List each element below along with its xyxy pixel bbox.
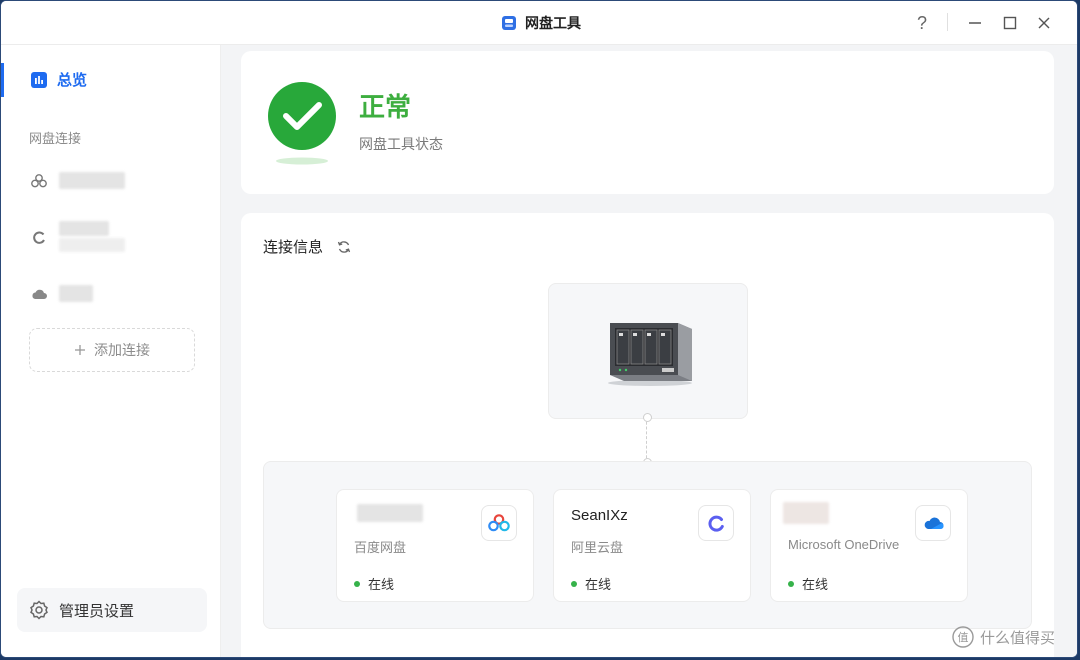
connector-node (643, 413, 652, 422)
status-title: 正常 (359, 92, 412, 122)
smzdm-logo-icon: 值 (952, 626, 974, 648)
app-window: 网盘工具 ? 总览 网盘连接 添加连接 管理员设置 正常 网盘工具状态 连接信息… (0, 0, 1078, 658)
status-subtitle: 网盘工具状态 (359, 136, 443, 152)
onedrive-logo-tile (915, 505, 951, 541)
nas-device-box (548, 283, 748, 419)
status-ok-indicator (267, 81, 337, 171)
cloud-status: 在线 (788, 574, 828, 593)
baidu-netdisk-icon (488, 514, 510, 532)
overview-chart-icon (31, 71, 47, 88)
sidebar: 总览 网盘连接 添加连接 管理员设置 (1, 45, 221, 657)
connector-line (646, 417, 647, 463)
section-title-connections: 网盘连接 (29, 131, 82, 146)
nas-device-icon (608, 323, 692, 386)
title-bar: 网盘工具 ? (1, 1, 1077, 45)
connection-info-title: 连接信息 (263, 239, 324, 256)
cloud-status-label: 在线 (585, 577, 612, 592)
connection-info-card: 连接信息 百度网盘 在线 SeanIXz 阿里云盘 在线 Microsoft O… (241, 213, 1054, 657)
cloud-service-name: Microsoft OneDrive (788, 537, 900, 552)
close-icon (1038, 17, 1050, 29)
minimize-icon (969, 22, 981, 24)
redacted-account-name (357, 504, 423, 522)
main-content: 正常 网盘工具状态 连接信息 百度网盘 在线 SeanIXz 阿里云盘 在线 M… (221, 45, 1077, 657)
cloud-card-baidu[interactable]: 百度网盘 在线 (336, 489, 534, 602)
maximize-icon (1003, 16, 1017, 30)
maximize-button[interactable] (998, 11, 1022, 35)
onedrive-logo-icon (924, 517, 944, 529)
aliyun-drive-logo-icon (708, 515, 724, 532)
help-button[interactable]: ? (910, 11, 934, 35)
active-nav-indicator (1, 63, 4, 97)
aliyun-logo-tile (698, 505, 734, 541)
gear-icon (30, 600, 48, 620)
close-button[interactable] (1032, 11, 1056, 35)
cloud-card-onedrive[interactable]: Microsoft OneDrive 在线 (770, 489, 968, 602)
sidebar-connection-item[interactable] (31, 221, 125, 252)
cloud-connections-area: 百度网盘 在线 SeanIXz 阿里云盘 在线 Microsoft OneDri… (263, 461, 1032, 629)
redacted-block (59, 221, 109, 236)
cloud-card-aliyun[interactable]: SeanIXz 阿里云盘 在线 (553, 489, 751, 602)
cloud-status: 在线 (354, 574, 394, 593)
add-connection-label: 添加连接 (94, 342, 150, 358)
online-dot (788, 580, 794, 587)
cloud-status: 在线 (571, 574, 611, 593)
online-dot (354, 580, 360, 587)
baidu-logo-tile (481, 505, 517, 541)
redacted-account-name (59, 221, 125, 252)
minimize-button[interactable] (963, 11, 987, 35)
sidebar-connection-item[interactable] (31, 172, 125, 189)
cloud-account-name: SeanIXz (571, 507, 628, 524)
baidu-cloud-icon (31, 173, 47, 187)
redacted-account-name (783, 502, 829, 524)
redacted-block (59, 238, 125, 252)
sidebar-connection-item[interactable] (31, 285, 93, 302)
help-icon: ? (916, 12, 927, 33)
online-dot (571, 580, 577, 587)
redacted-account-name (59, 285, 93, 302)
watermark-text: 什么值得买 (980, 629, 1056, 647)
sidebar-item-overview-label: 总览 (57, 72, 88, 89)
refresh-icon[interactable] (337, 240, 351, 254)
titlebar-divider (947, 13, 948, 31)
cloud-status-label: 在线 (368, 577, 395, 592)
admin-settings-label: 管理员设置 (59, 602, 135, 620)
cloud-service-name: 阿里云盘 (571, 540, 624, 555)
plus-icon (75, 345, 85, 355)
window-title: 网盘工具 (525, 15, 581, 31)
onedrive-cloud-icon (32, 289, 47, 299)
sidebar-item-overview[interactable]: 总览 (31, 69, 87, 90)
cloud-status-label: 在线 (802, 577, 829, 592)
watermark: 值 什么值得买 (952, 626, 1055, 648)
disk-tool-app-icon (502, 16, 516, 30)
check-circle-icon (268, 82, 336, 165)
aliyun-drive-icon (33, 230, 45, 244)
window-title-group: 网盘工具 (501, 13, 581, 33)
add-connection-button[interactable]: 添加连接 (29, 328, 195, 372)
redacted-account-name (59, 172, 125, 189)
connection-info-header: 连接信息 (263, 236, 351, 257)
status-card: 正常 网盘工具状态 (241, 51, 1054, 194)
cloud-service-name: 百度网盘 (354, 540, 407, 555)
admin-settings-button[interactable]: 管理员设置 (17, 588, 207, 632)
svg-text:值: 值 (958, 631, 969, 644)
